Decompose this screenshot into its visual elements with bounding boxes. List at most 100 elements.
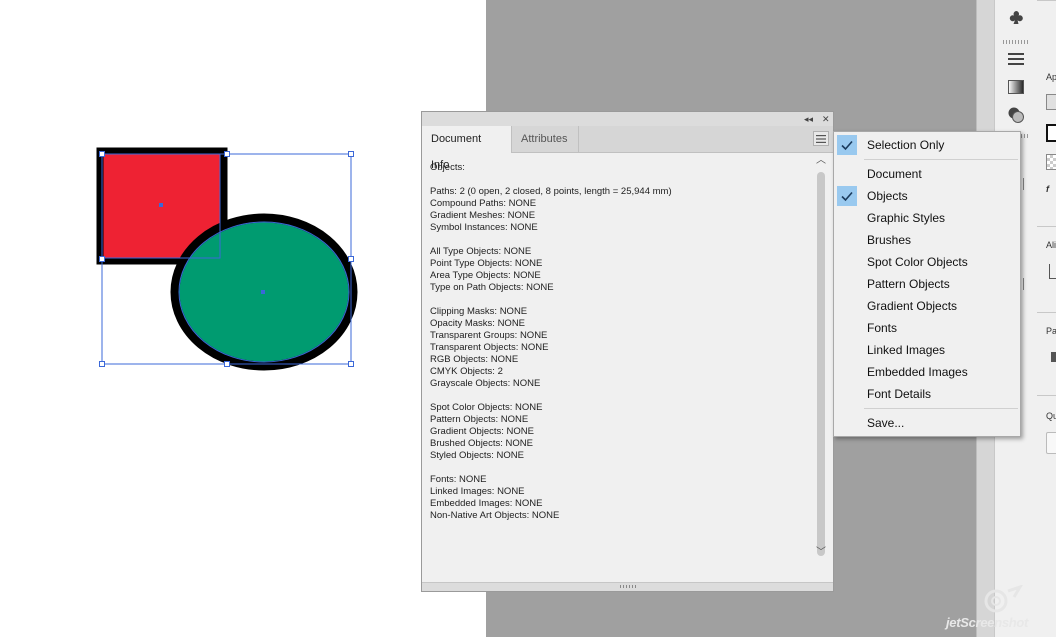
- quick-actions-label: Qu: [1046, 411, 1056, 421]
- menu-separator: [864, 159, 1018, 160]
- close-panel-icon[interactable]: ✕: [822, 112, 830, 126]
- menu-item-pattern-objects[interactable]: Pattern Objects: [834, 273, 1020, 295]
- tab-document-info[interactable]: Document Info: [422, 126, 512, 171]
- handle-bottom-left: [99, 361, 105, 367]
- info-line: [430, 294, 815, 306]
- appearance-swatch-3[interactable]: [1046, 154, 1056, 170]
- tab-attributes[interactable]: Attributes: [512, 126, 579, 152]
- info-line: Point Type Objects: NONE: [430, 258, 543, 269]
- gradient-icon[interactable]: [1004, 76, 1028, 98]
- info-line: Gradient Objects: NONE: [430, 426, 535, 437]
- partial-icon-2: [1023, 278, 1030, 290]
- menu-item-selection-only[interactable]: Selection Only: [834, 134, 1020, 156]
- club-symbols-icon[interactable]: [1004, 7, 1028, 29]
- checkmark-icon: [837, 135, 857, 155]
- menu-item-objects[interactable]: Objects: [834, 185, 1020, 207]
- menu-item-font-details[interactable]: Font Details: [834, 383, 1020, 405]
- info-line: Gradient Meshes: NONE: [430, 210, 536, 221]
- menu-item-spot-color-objects[interactable]: Spot Color Objects: [834, 251, 1020, 273]
- document-info-text: Objects: Paths: 2 (0 open, 2 closed, 8 po…: [430, 162, 815, 522]
- info-line: All Type Objects: NONE: [430, 246, 532, 257]
- menu-item-label: Spot Color Objects: [867, 255, 968, 269]
- menu-item-save[interactable]: Save...: [834, 412, 1020, 434]
- partial-icon: [1023, 178, 1030, 190]
- appearance-swatch-2[interactable]: [1046, 124, 1056, 142]
- menu-item-embedded-images[interactable]: Embedded Images: [834, 361, 1020, 383]
- menu-separator: [864, 408, 1018, 409]
- handle-top-middle: [224, 151, 230, 157]
- handle-middle-right: [348, 256, 354, 262]
- document-info-panel: ◂◂ ✕ Document Info Attributes Objects: Pa…: [421, 111, 834, 592]
- menu-item-graphic-styles[interactable]: Graphic Styles: [834, 207, 1020, 229]
- info-line: [430, 390, 815, 402]
- scrollbar-thumb[interactable]: [817, 172, 825, 556]
- align-label: Ali: [1046, 240, 1056, 250]
- menu-item-brushes[interactable]: Brushes: [834, 229, 1020, 251]
- artboard[interactable]: [0, 0, 486, 637]
- info-line: Compound Paths: NONE: [430, 198, 537, 209]
- artwork-canvas[interactable]: [0, 0, 486, 637]
- info-line: Spot Color Objects: NONE: [430, 402, 543, 413]
- menu-item-label: Objects: [867, 189, 908, 203]
- menu-item-label: Document: [867, 167, 922, 181]
- scroll-down-icon[interactable]: ﹀: [816, 548, 826, 558]
- pathfinder-label: Pa: [1046, 326, 1056, 336]
- panel-resize-bar[interactable]: [422, 582, 833, 591]
- menu-item-label: Brushes: [867, 233, 912, 247]
- watermark-text: jetScreenshot: [946, 615, 1029, 630]
- handle-middle-left: [99, 256, 105, 262]
- menu-item-label: Save...: [867, 416, 905, 430]
- menu-item-label: Font Details: [867, 387, 932, 401]
- watermark: jetScreenshot: [944, 585, 1054, 633]
- info-line: Objects:: [430, 162, 465, 173]
- menu-item-fonts[interactable]: Fonts: [834, 317, 1020, 339]
- info-line: [430, 234, 815, 246]
- appearance-swatch-1[interactable]: [1046, 94, 1056, 110]
- menu-item-label: Linked Images: [867, 343, 946, 357]
- info-line: Clipping Masks: NONE: [430, 306, 528, 317]
- info-line: Transparent Objects: NONE: [430, 342, 549, 353]
- info-line: Styled Objects: NONE: [430, 450, 524, 461]
- scroll-up-icon[interactable]: ︿: [816, 156, 826, 166]
- menu-item-label: Pattern Objects: [867, 277, 950, 291]
- handle-bottom-right: [348, 361, 354, 367]
- panel-grip[interactable]: [1003, 40, 1029, 44]
- document-info-flyout-menu: Selection Only Document Objects Graphic Sty…: [833, 131, 1021, 437]
- menu-item-label: Selection Only: [867, 138, 945, 152]
- checkmark-icon: [837, 186, 857, 206]
- stroke-lines-icon[interactable]: [1004, 48, 1028, 70]
- panel-title-bar[interactable]: ◂◂ ✕: [422, 112, 833, 126]
- info-line: Paths: 2 (0 open, 2 closed, 8 points, le…: [430, 186, 672, 197]
- info-line: Opacity Masks: NONE: [430, 318, 526, 329]
- info-line: Type on Path Objects: NONE: [430, 282, 554, 293]
- transparency-icon[interactable]: [1004, 104, 1028, 126]
- properties-panel-edge: Ap f Ali Pa Qu: [1037, 0, 1056, 637]
- quick-actions-button[interactable]: [1046, 432, 1056, 454]
- info-line: Pattern Objects: NONE: [430, 414, 529, 425]
- watermark-logo-icon: [984, 585, 1023, 613]
- menu-item-label: Gradient Objects: [867, 299, 958, 313]
- panel-tabs: Document Info Attributes: [422, 126, 833, 171]
- menu-item-document[interactable]: Document: [834, 163, 1020, 185]
- pathfinder-icon[interactable]: [1051, 352, 1056, 362]
- panel-menu-button[interactable]: [813, 131, 829, 146]
- menu-item-label: Embedded Images: [867, 365, 968, 379]
- info-line: RGB Objects: NONE: [430, 354, 519, 365]
- info-line: Linked Images: NONE: [430, 486, 525, 497]
- handle-bottom-middle: [224, 361, 230, 367]
- menu-item-label: Fonts: [867, 321, 898, 335]
- hamburger-icon: [816, 134, 826, 143]
- appearance-fx-icon[interactable]: f: [1046, 184, 1049, 194]
- square-center-point: [159, 203, 163, 207]
- menu-item-gradient-objects[interactable]: Gradient Objects: [834, 295, 1020, 317]
- collapse-panel-icon[interactable]: ◂◂: [804, 112, 813, 126]
- handle-top-left: [99, 151, 105, 157]
- info-line: Symbol Instances: NONE: [430, 222, 538, 233]
- appearance-label: Ap: [1046, 72, 1056, 82]
- handle-top-right: [348, 151, 354, 157]
- info-line: CMYK Objects: 2: [430, 366, 503, 377]
- menu-item-label: Graphic Styles: [867, 211, 946, 225]
- menu-item-linked-images[interactable]: Linked Images: [834, 339, 1020, 361]
- align-icon[interactable]: [1049, 264, 1056, 279]
- panel-scrollbar[interactable]: ︿ ﹀: [815, 154, 828, 562]
